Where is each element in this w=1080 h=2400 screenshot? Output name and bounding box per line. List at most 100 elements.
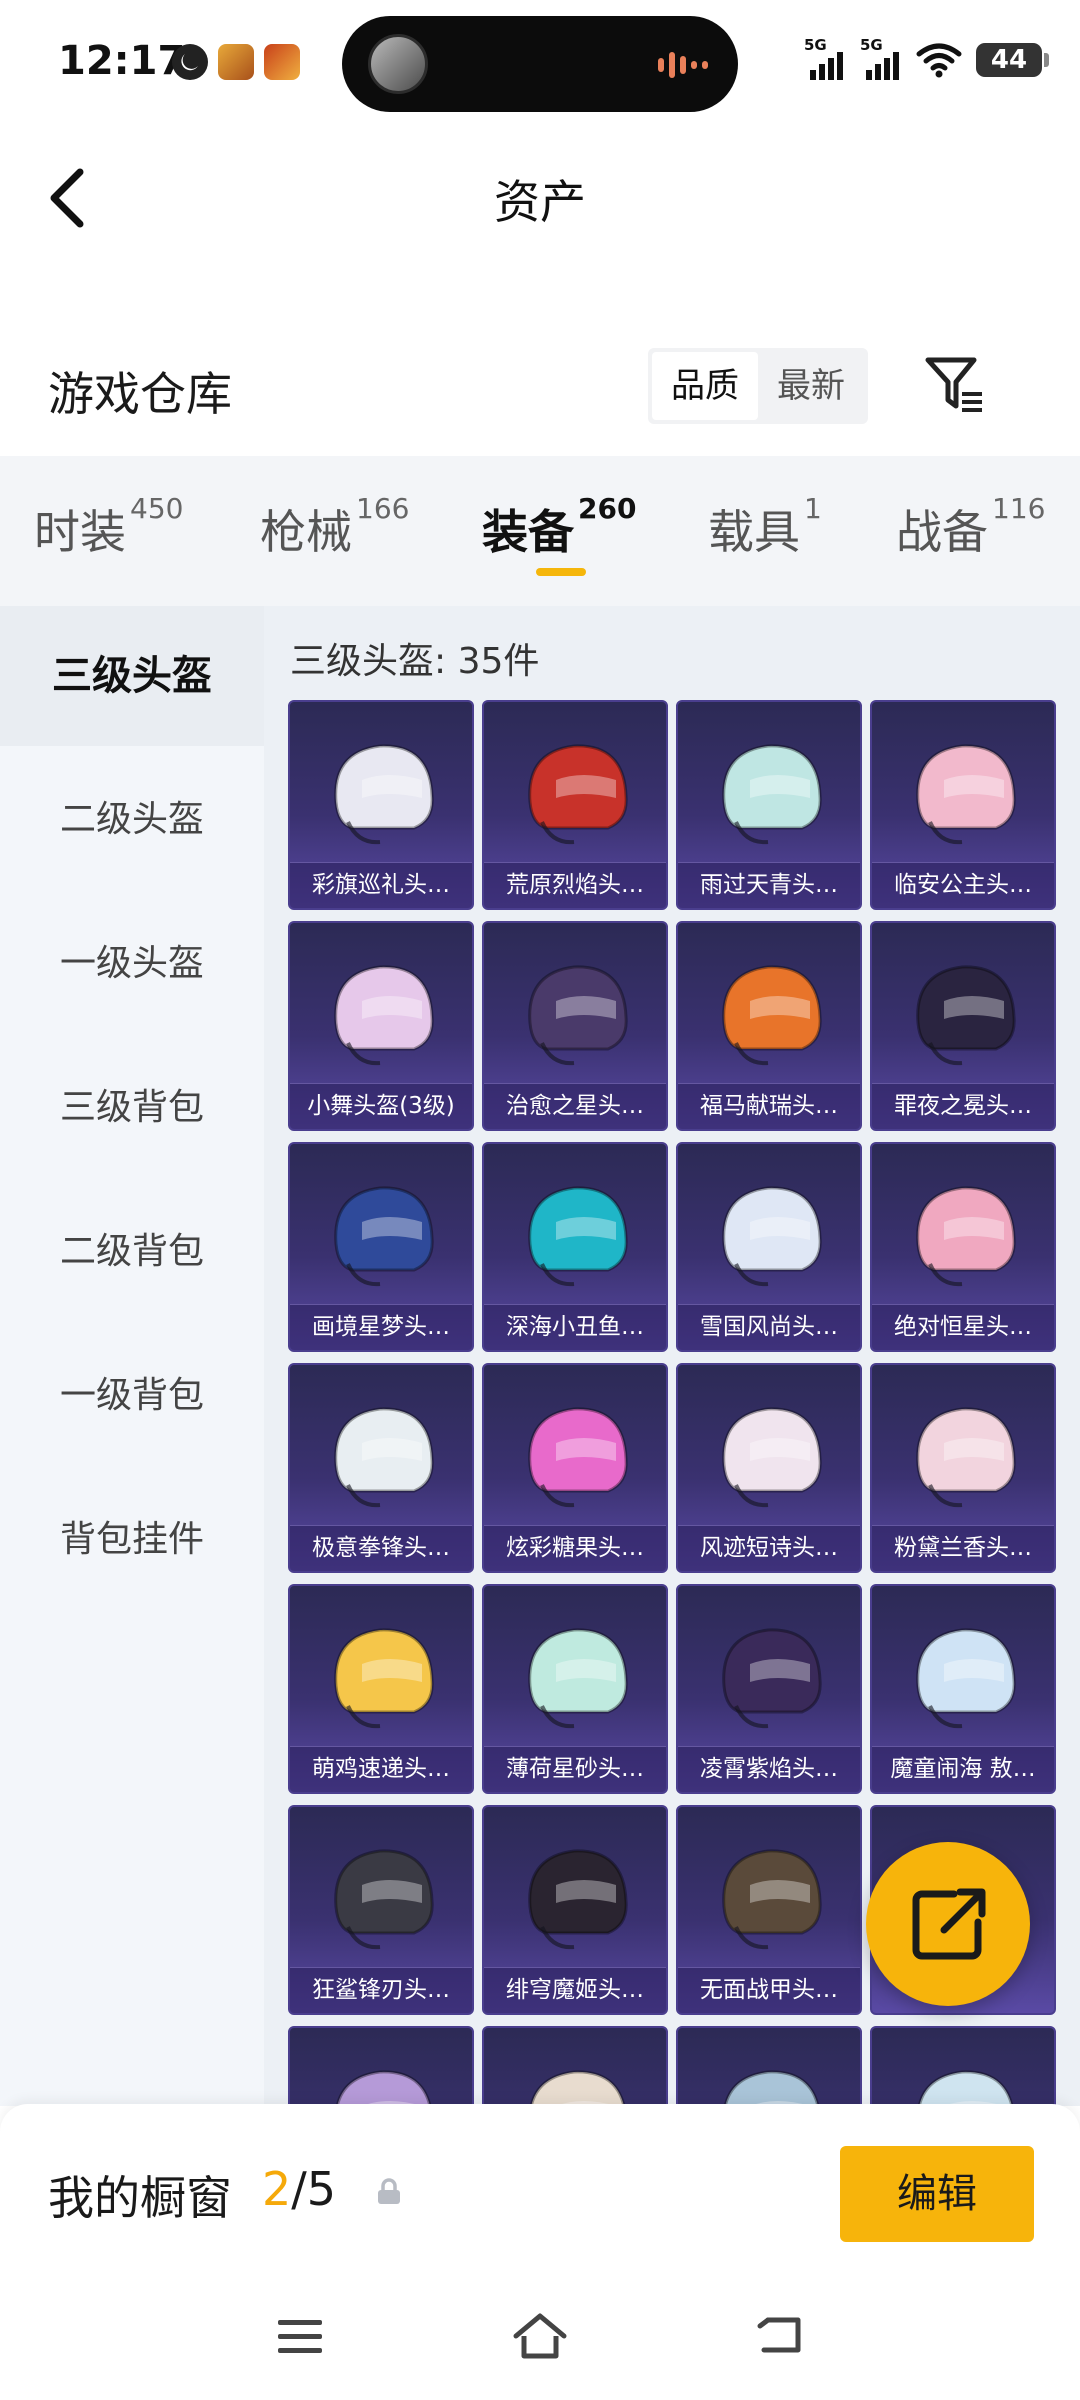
helmet-icon [916,1186,1016,1287]
item-card[interactable]: 炫彩糖果头… [482,1363,668,1573]
helmet-icon [528,1407,628,1508]
item-name: 罪夜之冕头… [894,1093,1032,1119]
item-card[interactable]: 画境星梦头… [288,1142,474,1352]
helmet-icon [334,1849,434,1950]
item-card[interactable]: 罪夜之冕头… [870,921,1056,1131]
sidebar-item-backpack-charm[interactable]: 背包挂件 [0,1470,264,1610]
tab-firearms[interactable]: 枪械 166 [260,492,409,562]
item-name: 深海小丑鱼… [506,1314,644,1340]
item-card[interactable]: 萌鸡速递头… [288,1584,474,1794]
item-name: 画境星梦头… [312,1314,450,1340]
edit-button[interactable]: 编辑 [840,2146,1034,2242]
item-name: 绝对恒星头… [894,1314,1032,1340]
page-title: 资产 [494,175,586,229]
sort-newest-option[interactable]: 最新 [758,352,864,420]
item-card[interactable]: 深海小丑鱼… [482,1142,668,1352]
menu-nav-icon[interactable] [270,2306,330,2366]
filter-icon [925,357,982,412]
item-name: 炫彩糖果头… [506,1535,644,1561]
item-card[interactable] [676,2026,862,2106]
item-card[interactable]: 雨过天青头… [676,700,862,910]
helmet-icon [917,2070,1014,2106]
item-card[interactable]: 无面战甲头… [676,1805,862,2015]
item-card[interactable]: 彩旗巡礼头… [288,700,474,910]
tab-vehicles[interactable]: 载具 1 [708,492,822,562]
sidebar-item-level3-backpack[interactable]: 三级背包 [0,1038,264,1178]
item-card[interactable]: 极意拳锋头… [288,1363,474,1573]
sidebar-item-level2-helmet[interactable]: 二级头盔 [0,750,264,890]
status-bar: 12:17 5G 5G 44 [0,0,1080,130]
tab-equipment[interactable]: 装备 260 [482,492,636,562]
item-card[interactable]: 荒原烈焰头… [482,700,668,910]
helmet-icon [723,2070,820,2106]
item-name: 彩旗巡礼头… [312,872,450,898]
showcase-current: 2 [262,2162,292,2216]
item-card[interactable]: 绯穹魔姬头… [482,1805,668,2015]
back-nav-icon[interactable] [750,2306,810,2366]
item-card[interactable]: 雪国风尚头… [676,1142,862,1352]
helmet-icon [528,1186,628,1287]
item-name: 魔童闹海 敖… [890,1756,1036,1782]
item-card[interactable]: 福马献瑞头… [676,921,862,1131]
item-name: 临安公主头… [894,872,1032,898]
active-tab-indicator [536,568,586,576]
home-nav-icon[interactable] [510,2306,570,2366]
helmet-icon [528,744,628,845]
helmet-icon [334,1628,434,1729]
helmet-icon [916,744,1016,845]
sidebar-item-level2-backpack[interactable]: 二级背包 [0,1182,264,1322]
helmet-icon [722,965,822,1066]
helmet-icon [334,1186,434,1287]
tab-supplies[interactable]: 战备 116 [896,492,1045,562]
helmet-icon [916,965,1016,1066]
sidebar-item-level3-helmet[interactable]: 三级头盔 [0,606,264,746]
item-card[interactable]: 风迹短诗头… [676,1363,862,1573]
helmet-icon [528,1849,628,1950]
showcase-title: 我的橱窗 [48,2171,232,2225]
signal-icon: 5G [804,36,846,80]
item-name: 雨过天青头… [700,872,838,898]
battery-indicator: 44 [976,43,1049,77]
lock-icon [378,2178,400,2204]
sidebar-item-level1-helmet[interactable]: 一级头盔 [0,894,264,1034]
section-title: 游戏仓库 [48,367,232,421]
wifi-icon [916,43,962,78]
helmet-icon [916,1628,1016,1729]
helmet-icon [528,965,628,1066]
item-name: 凌霄紫焰头… [700,1756,838,1782]
item-card[interactable] [482,2026,668,2106]
status-indicators: 5G 5G 44 [804,36,1049,80]
item-card[interactable]: 小舞头盔(3级) [288,921,474,1131]
dynamic-island[interactable] [342,16,738,112]
sort-toggle: 品质 最新 [648,348,868,424]
share-external-icon [912,1888,986,1960]
item-name: 治愈之星头… [506,1093,644,1119]
helmet-icon [528,1628,628,1729]
helmet-icon [722,744,822,845]
item-card[interactable]: 临安公主头… [870,700,1056,910]
item-card[interactable]: 狂鲨锋刃头… [288,1805,474,2015]
game-app-icon [218,44,254,80]
sort-quality-option[interactable]: 品质 [652,352,758,420]
item-name: 萌鸡速递头… [312,1756,450,1782]
item-card[interactable]: 绝对恒星头… [870,1142,1056,1352]
helmet-icon [916,1407,1016,1508]
item-card[interactable]: 魔童闹海 敖… [870,1584,1056,1794]
item-card[interactable]: 薄荷星砂头… [482,1584,668,1794]
share-button[interactable] [866,1842,1030,2006]
filter-button[interactable] [922,352,988,418]
item-card[interactable]: 粉黛兰香头… [870,1363,1056,1573]
item-card[interactable]: 凌霄紫焰头… [676,1584,862,1794]
item-card[interactable] [870,2026,1056,2106]
tab-fashion[interactable]: 时装 450 [34,492,183,562]
helmet-icon [722,1849,822,1950]
item-card[interactable]: 治愈之星头… [482,921,668,1131]
helmet-icon [722,1186,822,1287]
item-card[interactable] [288,2026,474,2106]
item-name: 无面战甲头… [700,1977,838,2003]
helmet-icon [334,965,434,1066]
status-time: 12:17 [58,38,186,84]
helmet-icon [334,744,434,845]
sidebar-item-level1-backpack[interactable]: 一级背包 [0,1326,264,1466]
game-app-icon-2 [264,44,300,80]
